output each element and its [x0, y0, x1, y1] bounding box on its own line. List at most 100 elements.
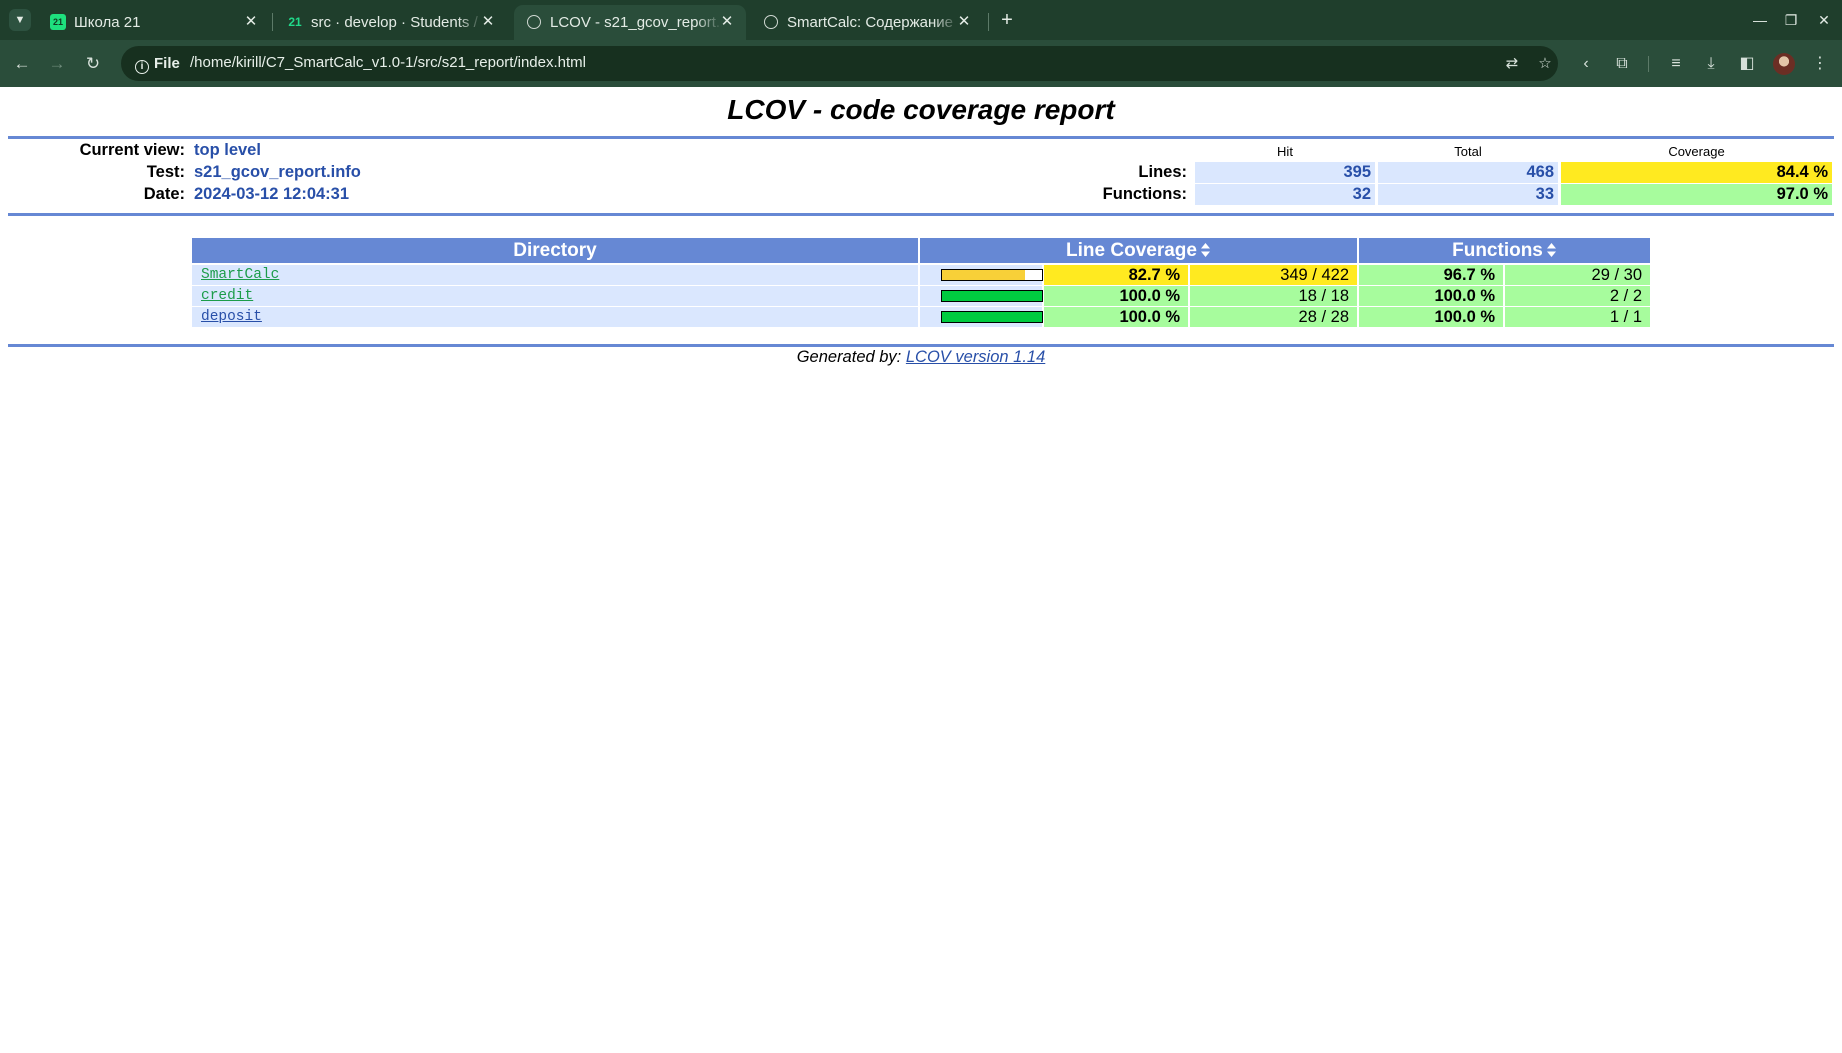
function-coverage-percent: 96.7 % [1359, 265, 1503, 285]
function-coverage-ratio: 1 / 1 [1505, 307, 1650, 327]
tab-strip: ▼ 21 Школа 21 ✕ 21 src · develop · Stude… [0, 0, 1842, 40]
tab-search-button[interactable]: ▼ [9, 9, 31, 31]
more-menu-icon[interactable]: ⋮ [1808, 52, 1832, 76]
reload-icon: ↻ [85, 54, 101, 73]
bookmark-star-icon[interactable]: ☆ [1534, 53, 1556, 75]
coverage-bar-cell [920, 265, 1043, 285]
function-coverage-ratio: 29 / 30 [1505, 265, 1650, 285]
summary-functions-total: 33 [1378, 184, 1558, 205]
function-coverage-ratio: 2 / 2 [1505, 286, 1650, 306]
directory-cell: deposit [192, 307, 918, 327]
lcov-version-link[interactable]: LCOV version 1.14 [906, 348, 1045, 366]
address-bar[interactable]: i File /home/kirill/C7_SmartCalc_v1.0-1/s… [121, 46, 1558, 81]
test-value: s21_gcov_report.info [194, 163, 361, 181]
restore-icon: ❐ [1784, 12, 1798, 28]
side-panel-icon[interactable]: ◧ [1735, 52, 1759, 76]
column-header-label: Directory [513, 240, 597, 261]
close-icon: ✕ [1818, 12, 1830, 28]
coverage-bar [941, 311, 1043, 323]
footer: Generated by: LCOV version 1.14 [0, 348, 1842, 367]
summary-functions-hit: 32 [1195, 184, 1375, 205]
new-tab-button[interactable]: + [995, 8, 1019, 32]
download-icon[interactable]: ⤓ [1699, 52, 1723, 76]
current-view-value: top level [194, 141, 261, 159]
line-coverage-ratio: 349 / 422 [1190, 265, 1357, 285]
tab-close-icon[interactable]: ✕ [955, 13, 973, 31]
translate-icon[interactable]: ⇄ [1501, 53, 1523, 75]
directory-link[interactable]: deposit [201, 309, 262, 325]
close-window-button[interactable]: ✕ [1812, 8, 1836, 32]
directory-cell: credit [192, 286, 918, 306]
tab-title: src · develop · Students / [311, 14, 478, 31]
media-queue-icon[interactable]: ≡ [1664, 52, 1688, 76]
tab-title: SmartCalc: Содержание [787, 14, 954, 31]
tab-close-icon[interactable]: ✕ [718, 13, 736, 31]
tab-title: Школа 21 [74, 14, 141, 31]
tab-close-icon[interactable]: ✕ [242, 13, 260, 31]
tab-title: LCOV - s21_gcov_report.info [550, 14, 722, 31]
back-button[interactable]: ← [10, 52, 34, 76]
summary-lines-hit: 395 [1195, 162, 1375, 183]
site-info-chip[interactable]: i File [129, 51, 190, 76]
line-coverage-ratio: 28 / 28 [1190, 307, 1357, 327]
footer-prefix: Generated by: [796, 348, 902, 366]
coverage-bar [941, 290, 1043, 302]
scheme-label: File [154, 55, 180, 72]
current-view-label: Current view: [79, 141, 185, 159]
summary-functions-coverage: 97.0 % [1561, 184, 1832, 205]
summary-divider [8, 213, 1834, 216]
profile-avatar[interactable] [1773, 53, 1795, 75]
school21-icon: 21 [50, 14, 66, 30]
directory-link[interactable]: credit [201, 288, 253, 304]
side-panel-back-icon[interactable]: ‹ [1574, 52, 1598, 76]
summary-lines-label: Lines: [1138, 163, 1187, 181]
column-header-functions[interactable]: Functions [1359, 238, 1650, 263]
directory-link[interactable]: SmartCalc [201, 267, 279, 283]
test-label: Test: [146, 163, 185, 181]
page-title: LCOV - code coverage report [727, 94, 1115, 125]
arrow-right-icon: → [48, 54, 66, 73]
directory-cell: SmartCalc [192, 265, 918, 285]
column-header-label: Line Coverage [1066, 240, 1197, 261]
browser-toolbar: ← → ↻ i File /home/kirill/C7_SmartCalc_v1… [0, 40, 1842, 87]
date-value: 2024-03-12 12:04:31 [194, 185, 350, 203]
summary-col-hit: Hit [1277, 144, 1293, 159]
sort-icon[interactable] [1200, 242, 1211, 258]
coverage-bar-fill [942, 291, 1042, 301]
summary-lines-total: 468 [1378, 162, 1558, 183]
tab-close-icon[interactable]: ✕ [479, 13, 497, 31]
extensions-icon[interactable]: ⧉ [1610, 52, 1634, 76]
summary-functions-label: Functions: [1102, 185, 1187, 203]
minimize-icon: — [1753, 12, 1767, 28]
tab-school21[interactable]: 21 Школа 21 ✕ [38, 5, 270, 40]
reload-button[interactable]: ↻ [81, 52, 105, 76]
info-icon: i [135, 60, 149, 74]
tab-src-develop[interactable]: 21 src · develop · Students / ✕ [275, 5, 507, 40]
column-header-line-coverage[interactable]: Line Coverage [920, 238, 1357, 263]
minimize-button[interactable]: — [1748, 8, 1772, 32]
tab-lcov-report[interactable]: LCOV - s21_gcov_report.info ✕ [514, 5, 746, 40]
header-divider [8, 136, 1834, 139]
tab-separator [272, 13, 273, 31]
date-label: Date: [143, 185, 185, 203]
sort-icon[interactable] [1546, 242, 1557, 258]
coverage-bar-cell [920, 286, 1043, 306]
footer-divider [8, 344, 1834, 347]
coverage-bar-cell [920, 307, 1043, 327]
restore-button[interactable]: ❐ [1779, 8, 1803, 32]
line-coverage-percent: 100.0 % [1044, 286, 1188, 306]
tab-separator [988, 13, 989, 31]
url-text[interactable]: /home/kirill/C7_SmartCalc_v1.0-1/src/s21… [190, 54, 586, 71]
toolbar-divider [1648, 56, 1649, 72]
function-coverage-percent: 100.0 % [1359, 307, 1503, 327]
tab-smartcalc-contents[interactable]: SmartCalc: Содержание ✕ [751, 5, 983, 40]
forward-button[interactable]: → [45, 52, 69, 76]
line-coverage-percent: 100.0 % [1044, 307, 1188, 327]
coverage-bar [941, 269, 1043, 281]
globe-icon [764, 15, 778, 29]
coverage-bar-fill [942, 270, 1025, 280]
plus-icon: + [1001, 9, 1013, 31]
column-header-directory: Directory [192, 238, 918, 263]
function-coverage-percent: 100.0 % [1359, 286, 1503, 306]
summary-col-total: Total [1454, 144, 1482, 159]
